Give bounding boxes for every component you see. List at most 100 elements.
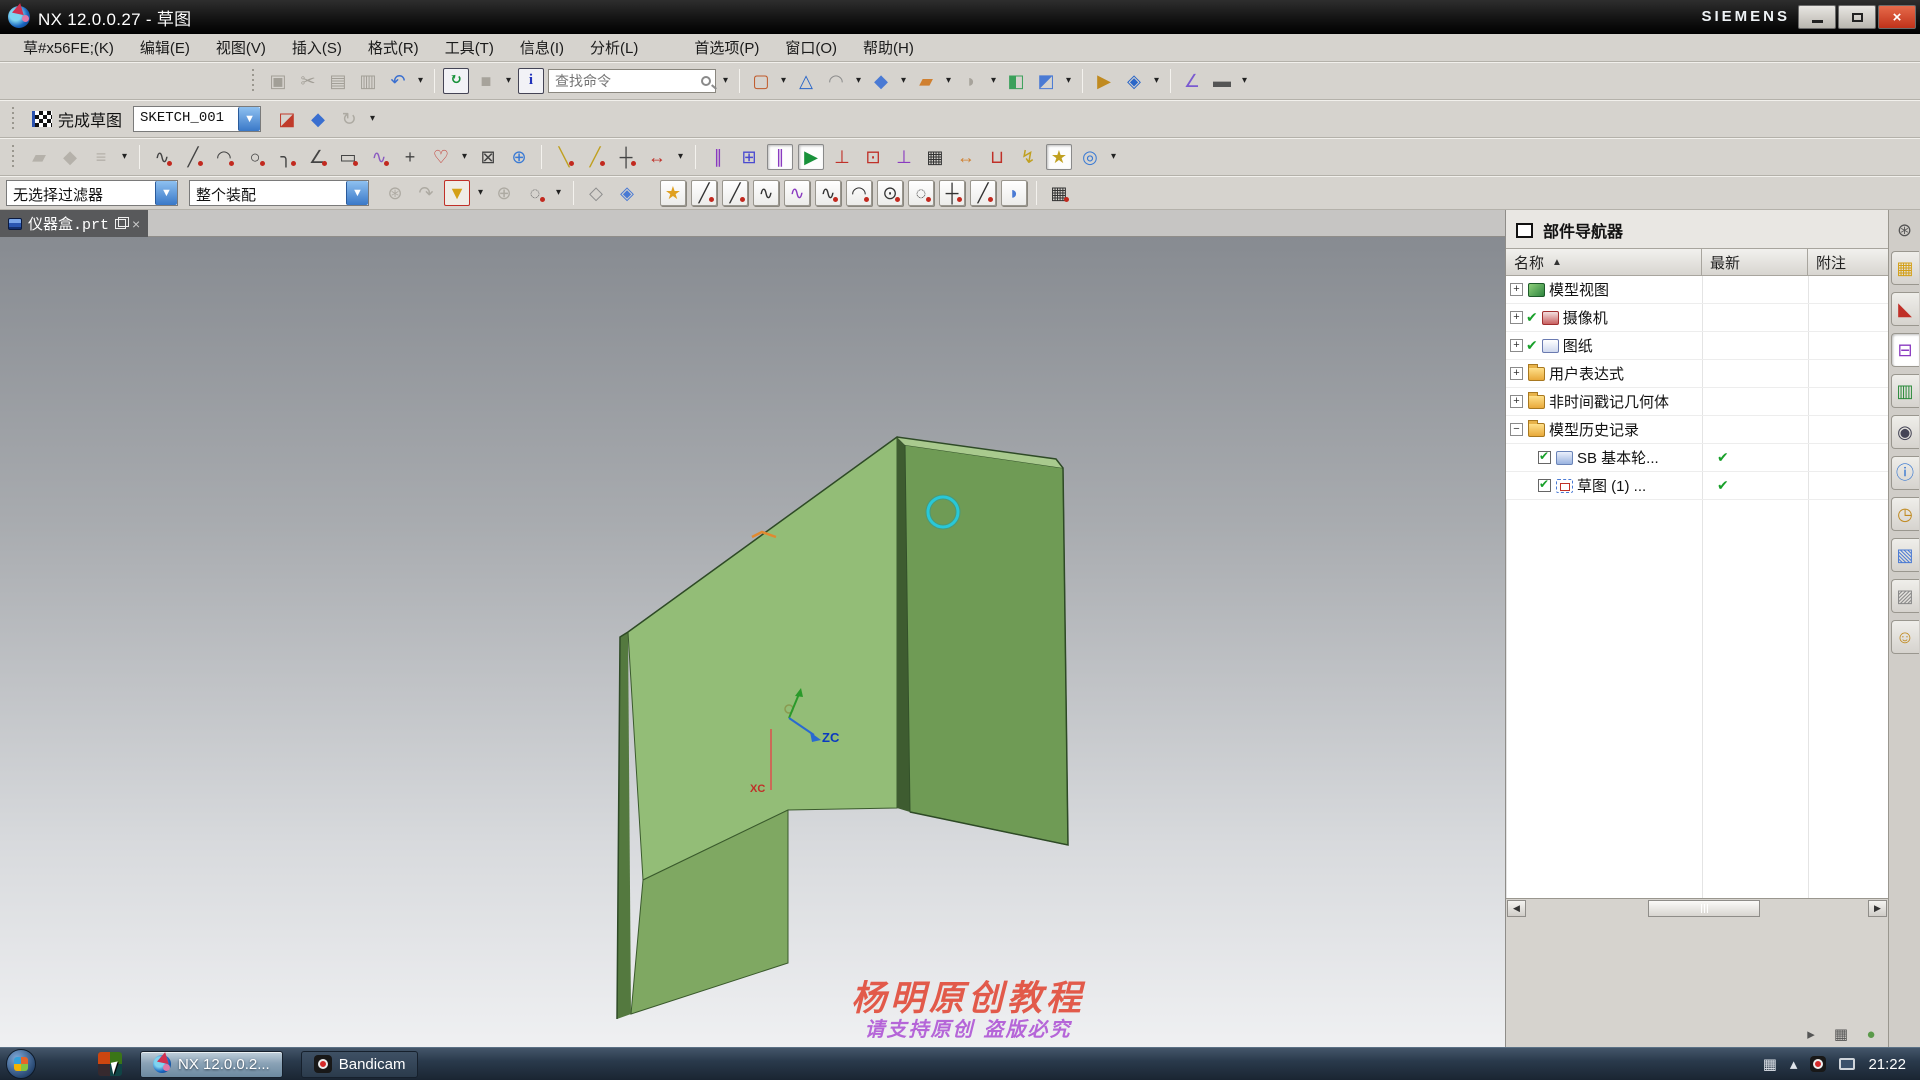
input-keyboard-icon[interactable]: ▦: [1763, 1057, 1777, 1072]
datum-dropdown[interactable]: ▾: [853, 75, 864, 86]
scale-dimension-icon[interactable]: ↔: [953, 144, 979, 170]
constraint-navigator-icon[interactable]: ◣: [1891, 292, 1919, 326]
rotate-view-icon[interactable]: ↻: [336, 106, 362, 132]
sketch-name-combo[interactable]: SKETCH_001 ▼: [133, 106, 261, 132]
chamfer-icon[interactable]: ∠: [304, 144, 330, 170]
column-header-note[interactable]: 附注: [1808, 249, 1888, 275]
paste-icon[interactable]: ▥: [355, 68, 381, 94]
quadrant-point-icon[interactable]: ◠: [846, 180, 872, 206]
indicator-icon[interactable]: ●: [1860, 1023, 1882, 1045]
menu-item[interactable]: 帮助(H): [850, 34, 927, 61]
derived-line-icon[interactable]: ⊠: [475, 144, 501, 170]
column-header-name[interactable]: 名称 ▲: [1506, 249, 1702, 275]
process-studio-icon[interactable]: ▧: [1891, 538, 1919, 572]
menu-item[interactable]: 分析(L): [577, 34, 651, 61]
undo-dropdown[interactable]: ▾: [415, 75, 426, 86]
highlight-dropdown[interactable]: ▾: [475, 187, 486, 198]
parallel-constraint-icon[interactable]: ∥: [705, 144, 731, 170]
selection-scope-dropdown[interactable]: ▼: [346, 181, 368, 205]
offset-dropdown[interactable]: ▾: [459, 151, 470, 162]
revolve-icon[interactable]: ◗: [958, 68, 984, 94]
rapid-dimension-icon[interactable]: ↔: [644, 144, 670, 170]
extrude-icon[interactable]: ▰: [913, 68, 939, 94]
arc-center-icon[interactable]: ⊙: [877, 180, 903, 206]
sketch-display-dropdown[interactable]: ▾: [367, 113, 378, 124]
window-icon[interactable]: ▢: [748, 68, 774, 94]
move-object-icon[interactable]: ▶: [1091, 68, 1117, 94]
taskbar-button-nx[interactable]: NX 12.0.0.2...: [140, 1051, 283, 1078]
minimize-button[interactable]: [1798, 5, 1836, 29]
selection-filter-combo[interactable]: 无选择过滤器 ▼: [6, 180, 178, 206]
cut-icon[interactable]: ✂: [295, 68, 321, 94]
menu-item[interactable]: 信息(I): [507, 34, 577, 61]
copy-icon[interactable]: ▤: [325, 68, 351, 94]
circle-frame-icon[interactable]: ◌: [908, 180, 934, 206]
pole-icon[interactable]: ∿: [784, 180, 810, 206]
pattern-curve-icon[interactable]: ⊔: [984, 144, 1010, 170]
finish-sketch-button[interactable]: 完成草图: [26, 105, 128, 133]
circle-icon[interactable]: ○: [242, 144, 268, 170]
quick-extend-icon[interactable]: ╱: [582, 144, 608, 170]
tree-row[interactable]: −模型历史记录: [1506, 416, 1888, 444]
menu-item[interactable]: 工具(T): [432, 34, 507, 61]
extrude-gray-icon[interactable]: ▰: [26, 144, 52, 170]
feature-checkbox[interactable]: [1538, 479, 1551, 492]
tree-row[interactable]: +✔图纸: [1506, 332, 1888, 360]
extrude-dropdown[interactable]: ▾: [943, 75, 954, 86]
menu-item[interactable]: 窗口(O): [772, 34, 850, 61]
expand-toggle[interactable]: +: [1510, 283, 1523, 296]
menu-item[interactable]: 格式(R): [355, 34, 432, 61]
feature-list-icon[interactable]: ≡: [88, 144, 114, 170]
selection-filter-dropdown[interactable]: ▼: [155, 181, 177, 205]
point-on-face-icon[interactable]: ◗: [1001, 180, 1027, 206]
offset-curve-icon[interactable]: ♡: [428, 144, 454, 170]
quick-trim-icon[interactable]: ╲: [551, 144, 577, 170]
animate-dimension-icon[interactable]: ▦: [922, 144, 948, 170]
part-tab[interactable]: 仪器盒.prt ×: [0, 210, 148, 237]
constraint-wand-icon[interactable]: ★: [1046, 144, 1072, 170]
transparent-box-icon[interactable]: ◈: [614, 180, 640, 206]
toolbar-drag-handle[interactable]: [10, 107, 17, 131]
alternate-solution-icon[interactable]: ◎: [1077, 144, 1103, 170]
profile-icon[interactable]: ∿: [149, 144, 175, 170]
make-corner-icon[interactable]: ┼: [613, 144, 639, 170]
scrollbar-thumb[interactable]: [1648, 900, 1760, 917]
window-dropdown[interactable]: ▾: [778, 75, 789, 86]
show-hide-dropdown[interactable]: ▾: [1151, 75, 1162, 86]
relations-browser-icon[interactable]: ⊡: [860, 144, 886, 170]
mid-point-icon[interactable]: ╱: [722, 180, 748, 206]
roles-icon[interactable]: ☺: [1891, 620, 1919, 654]
restore-view-icon[interactable]: [115, 219, 126, 229]
scroll-left-arrow[interactable]: ◀: [1507, 900, 1526, 917]
start-button[interactable]: [6, 1049, 36, 1079]
assembly-navigator-icon[interactable]: ▦: [1891, 251, 1919, 285]
shaded-cube-icon[interactable]: ◆: [305, 106, 331, 132]
tree-row[interactable]: +模型视图: [1506, 276, 1888, 304]
rotate-point-icon[interactable]: ⊕: [491, 180, 517, 206]
scroll-right-arrow[interactable]: ▶: [1868, 900, 1887, 917]
menu-item[interactable]: 编辑(E): [127, 34, 203, 61]
snap-gear-icon[interactable]: ⊛: [382, 180, 408, 206]
command-finder-input[interactable]: [553, 72, 701, 90]
reuse-library-icon[interactable]: ▥: [1891, 374, 1919, 408]
manufacturing-wizard-icon[interactable]: ▨: [1891, 579, 1919, 613]
feature-checkbox[interactable]: [1538, 451, 1551, 464]
constraints-dropdown[interactable]: ▾: [1108, 151, 1119, 162]
display-sketch-constraints-icon[interactable]: ⊥: [829, 144, 855, 170]
menu-item[interactable]: 草#x56FE;(K): [10, 34, 127, 61]
navigator-h-scrollbar[interactable]: ◀ ▶: [1506, 898, 1888, 917]
part-navigator-icon[interactable]: ⊟: [1891, 333, 1919, 367]
information-icon[interactable]: i: [518, 68, 544, 94]
continuous-auto-dimension-icon[interactable]: ∥: [767, 144, 793, 170]
close-button[interactable]: ×: [1878, 5, 1916, 29]
convert-to-reference-icon[interactable]: ⊥: [891, 144, 917, 170]
fillet-icon[interactable]: ╮: [273, 144, 299, 170]
graphics-viewport[interactable]: ZC XC 杨明原创教程 请支持原创 盗版必究: [0, 237, 1505, 1047]
measure-icon[interactable]: ∠: [1179, 68, 1205, 94]
line-width-dropdown[interactable]: ▾: [1239, 75, 1250, 86]
sketch-task-icon[interactable]: △: [793, 68, 819, 94]
boolean-dropdown[interactable]: ▾: [1063, 75, 1074, 86]
expand-toggle[interactable]: +: [1510, 395, 1523, 408]
search-dropdown[interactable]: ▾: [720, 75, 731, 86]
select-style-dropdown[interactable]: ▾: [553, 187, 564, 198]
